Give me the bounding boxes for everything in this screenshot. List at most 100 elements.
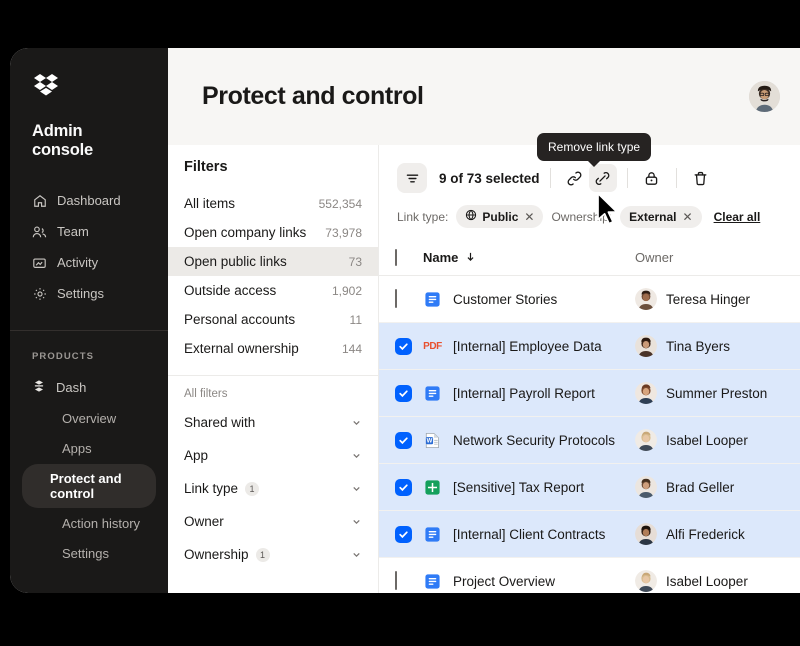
delete-button[interactable] [687,164,715,192]
avatar [635,382,657,404]
accordion-shared-with[interactable]: Shared with [168,406,378,439]
sidebar-item-settings[interactable]: Settings [10,279,168,310]
row-checkbox[interactable] [395,431,412,449]
file-name: [Internal] Client Contracts [453,526,606,542]
chip-ownership-external[interactable]: External ✕ [620,205,702,228]
globe-icon [465,209,477,224]
filter-count: 73 [348,254,362,269]
table-row[interactable]: [Internal] Client Contracts Alfi Frederi… [379,510,800,558]
toolbar-divider [675,168,677,188]
sidebar-item-dashboard[interactable]: Dashboard [10,186,168,217]
row-select-cell [379,369,423,417]
filter-outside-access[interactable]: Outside access 1,902 [168,276,378,305]
chip-value: Public [482,209,519,224]
table-row[interactable]: [Internal] Payroll Report Summer Preston [379,369,800,417]
file-name: [Internal] Employee Data [453,338,602,354]
sidebar-item-protect-and-control[interactable]: Protect and control [22,463,156,508]
row-owner-cell: Tina Byers [635,322,800,370]
word-file-icon: W [423,431,442,450]
filter-open-public-links[interactable]: Open public links 73 [168,247,378,276]
column-header-name[interactable]: Name [423,242,635,276]
select-all-header [379,242,423,276]
chevron-down-icon [351,450,362,461]
accordion-app[interactable]: App [168,439,378,472]
filter-personal-accounts[interactable]: Personal accounts 11 [168,305,378,334]
owner-name: Brad Geller [666,479,735,495]
column-label: Name [423,250,459,265]
filter-open-company-links[interactable]: Open company links 73,978 [168,218,378,247]
table-row[interactable]: Project Overview Isabel Looper [379,557,800,593]
row-owner-cell: Alfi Frederick [635,510,800,558]
files-panel: 9 of 73 selected Link type: Public ✕ Own… [379,145,800,593]
sidebar-item-settings-product[interactable]: Settings [22,539,156,568]
owner-name: Summer Preston [666,385,768,401]
accordion-ownership[interactable]: Ownership 1 [168,538,378,571]
row-checkbox[interactable] [395,337,412,355]
row-checkbox[interactable] [395,289,397,308]
row-checkbox[interactable] [395,478,412,496]
accordion-label: App [184,448,209,463]
active-filter-chips: Link type: Public ✕ Ownership: External … [397,205,792,228]
topbar: Protect and control [168,48,800,145]
owner-name: Teresa Hinger [666,291,751,307]
table-row[interactable]: W Network Security Protocols Isabel Loop… [379,416,800,464]
tooltip-remove-link-type: Remove link type [537,133,652,161]
row-checkbox[interactable] [395,571,397,590]
filters-panel: Filters All items 552,354 Open company l… [168,145,379,593]
selection-count: 9 of 73 selected [439,170,540,186]
remove-link-type-button[interactable] [588,164,617,192]
row-checkbox[interactable] [395,384,412,402]
file-name: Project Overview [453,573,556,589]
sort-desc-arrow-icon [465,250,476,265]
accordion-link-type[interactable]: Link type 1 [168,472,378,505]
select-all-checkbox[interactable] [395,249,397,266]
sidebar-item-team[interactable]: Team [10,217,168,248]
sidebar-item-action-history[interactable]: Action history [22,509,156,538]
filters-heading: Filters [184,159,228,175]
accordion-label: Ownership [184,547,249,562]
user-avatar[interactable] [749,81,780,112]
table-row[interactable]: Customer Stories Teresa Hinger [379,275,800,323]
close-icon[interactable]: ✕ [524,210,534,224]
row-owner-cell: Isabel Looper [635,416,800,464]
people-icon [32,225,47,240]
row-owner-cell: Brad Geller [635,463,800,511]
row-select-cell [379,463,423,511]
file-name: [Sensitive] Tax Report [453,479,585,495]
files-table: Name Owner Customer Stories Teresa Hinge… [379,242,800,593]
row-checkbox[interactable] [395,525,412,543]
sidebar-item-dash[interactable]: Dash [10,372,168,403]
gear-icon [32,287,47,302]
dropbox-logo-icon[interactable] [10,74,168,96]
table-row[interactable]: PDF [Internal] Employee Data Tina Byers [379,322,800,370]
row-name-cell: W Network Security Protocols [423,416,635,464]
sidebar-item-activity[interactable]: Activity [10,248,168,279]
screen: Admin console Dashboard Team Activity Se… [0,0,800,646]
row-owner-cell: Summer Preston [635,369,800,417]
clear-all-button[interactable]: Clear all [714,210,761,224]
chip-link-type-public[interactable]: Public ✕ [456,205,544,228]
row-select-cell [379,322,423,370]
filter-external-ownership[interactable]: External ownership 144 [168,334,378,363]
filter-all-items[interactable]: All items 552,354 [168,189,378,218]
doc-file-icon [423,384,442,403]
row-select-cell [379,275,423,323]
sidebar-item-label: Dashboard [57,193,121,208]
close-icon[interactable]: ✕ [683,210,693,224]
filter-label: Open company links [184,225,307,240]
lock-button[interactable] [638,164,666,192]
table-row[interactable]: [Sensitive] Tax Report Brad Geller [379,463,800,511]
copy-link-button[interactable] [561,164,589,192]
svg-text:W: W [427,438,433,444]
files-table-body: Customer Stories Teresa Hinger PDF [Inte… [379,275,800,593]
accordion-owner[interactable]: Owner [168,505,378,538]
table-header-row: Name Owner [379,242,800,276]
row-select-cell [379,510,423,558]
row-name-cell: [Internal] Client Contracts [423,510,635,558]
column-header-owner[interactable]: Owner [635,242,800,276]
file-name: [Internal] Payroll Report [453,385,595,401]
sidebar-item-apps[interactable]: Apps [22,434,156,463]
chip-group-label-ownership: Ownership: [551,209,613,224]
sidebar-item-overview[interactable]: Overview [22,404,156,433]
filter-funnel-icon[interactable] [397,163,427,193]
